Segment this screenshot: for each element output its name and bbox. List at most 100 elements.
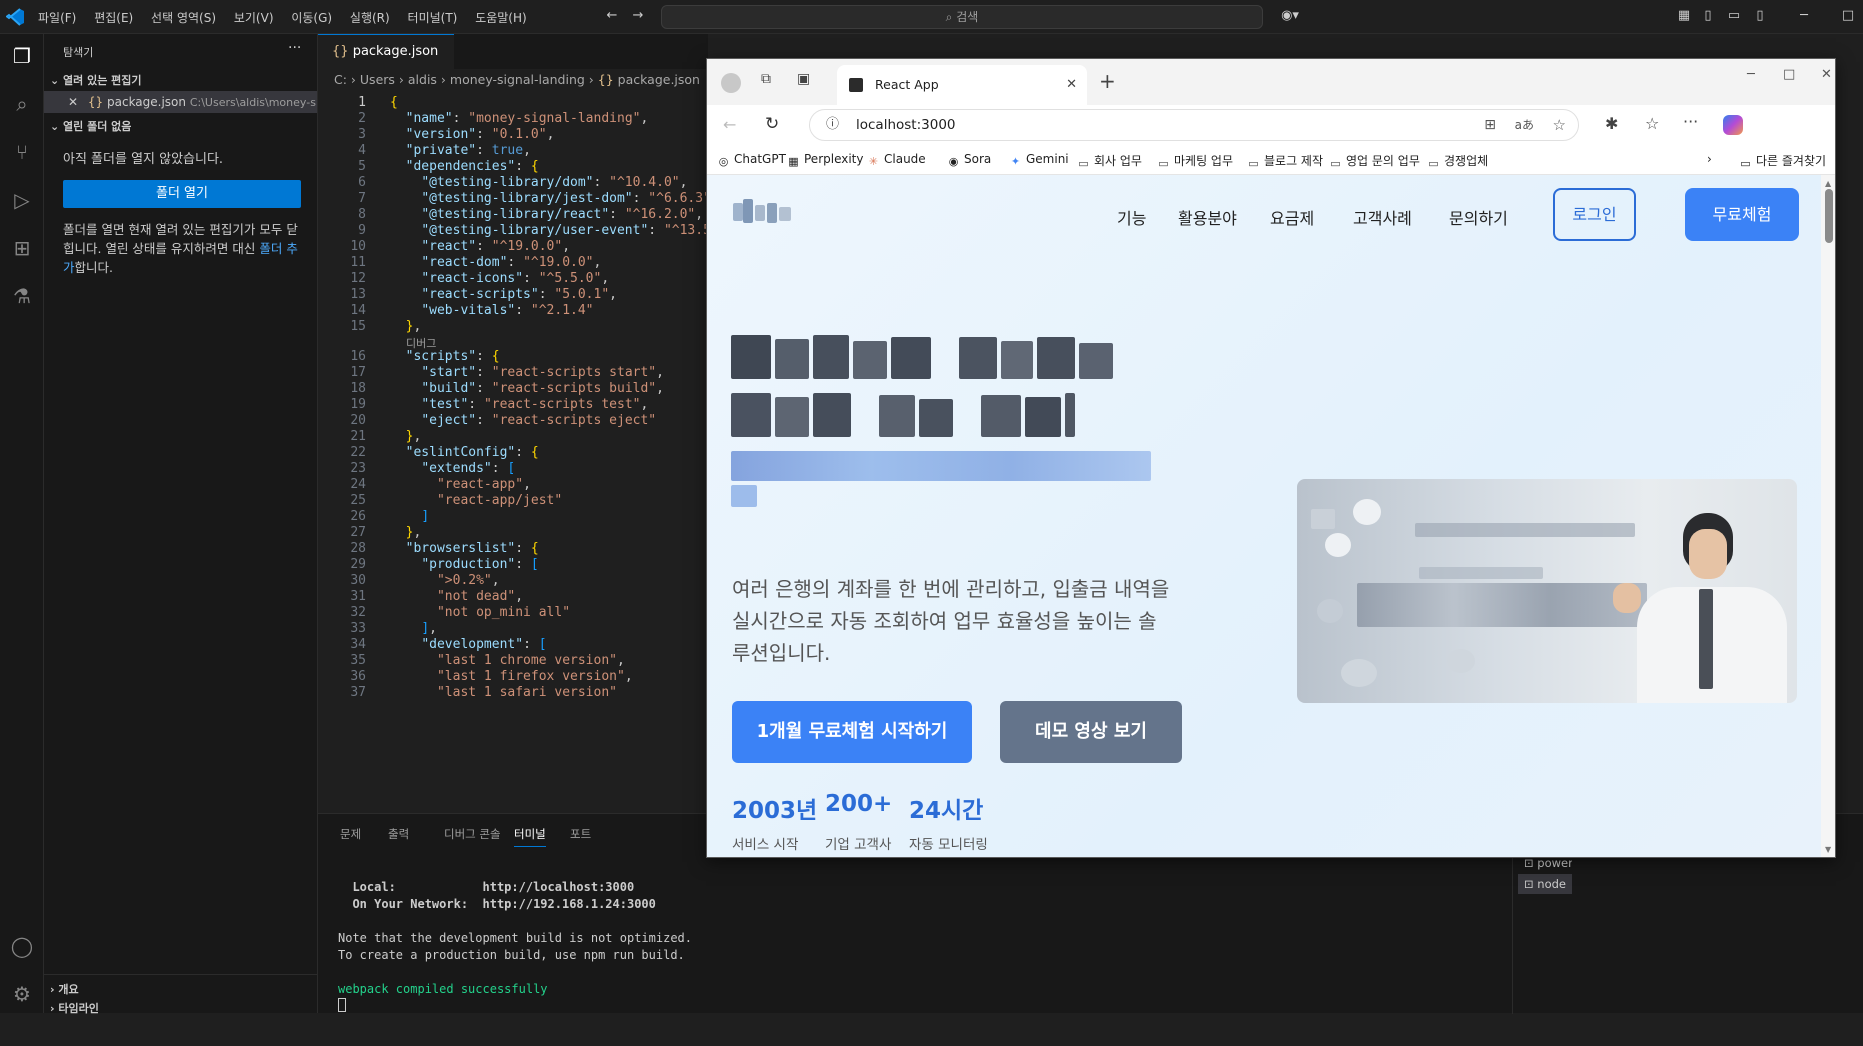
app-available-icon[interactable]: ⊞ — [1484, 110, 1496, 140]
terminal-list-item-power[interactable]: ⊡ power — [1524, 856, 1572, 874]
terminal-output[interactable]: Local: http://localhost:3000 On Your Net… — [338, 862, 692, 1046]
testing-icon[interactable]: ⚗ — [8, 282, 36, 310]
nav-contact[interactable]: 문의하기 — [1449, 205, 1508, 229]
layout-icon[interactable]: ▦ — [1676, 8, 1692, 24]
open-editors-header[interactable]: ⌄ 열려 있는 편집기 — [50, 72, 142, 88]
source-control-icon[interactable]: ⑂ — [8, 138, 36, 166]
breadcrumb-item[interactable]: Users — [360, 72, 395, 87]
code-editor[interactable]: 1 {2 "name": "money-signal-landing", 3 "ve… — [318, 91, 708, 813]
extensions-icon[interactable]: ⊞ — [8, 234, 36, 262]
bookmark-item[interactable]: ◉ Sora — [947, 152, 992, 168]
panel-tab-output[interactable]: 출력 — [388, 826, 409, 842]
run-debug-icon[interactable]: ▷ — [8, 186, 36, 214]
bookmarks-overflow-icon[interactable]: › — [1707, 152, 1712, 166]
menu-run[interactable]: 실행(R) — [350, 11, 390, 25]
nav-customers[interactable]: 고객사례 — [1353, 205, 1412, 229]
scroll-down-icon[interactable]: ▼ — [1825, 845, 1831, 854]
settings-more-icon[interactable]: ··· — [1683, 112, 1698, 131]
bookmark-item[interactable]: ✳ Claude — [867, 152, 926, 168]
demo-video-button[interactable]: 데모 영상 보기 — [1000, 701, 1182, 763]
search-icon[interactable]: ⌕ — [8, 90, 36, 118]
workspaces-icon[interactable]: ⧉ — [761, 71, 771, 87]
scroll-up-icon[interactable]: ▲ — [1825, 179, 1831, 188]
bookmark-item[interactable]: ▭ 경쟁업체 — [1427, 152, 1488, 170]
read-aloud-icon[interactable]: aあ — [1515, 110, 1534, 140]
code-line: "@testing-library/user-event": "^13.5.0"… — [421, 223, 708, 238]
toggle-sidebar-icon[interactable]: ▯ — [1700, 8, 1716, 24]
command-search[interactable]: ⌕ 검색 — [661, 5, 1263, 29]
breadcrumb-item[interactable]: aldis — [408, 72, 437, 87]
window-close-icon[interactable]: ✕ — [1821, 67, 1832, 82]
breadcrumb-item[interactable]: package.json — [618, 72, 700, 87]
bookmark-label: 마케팅 업무 — [1174, 154, 1234, 168]
explorer-sidebar: 탐색기 ··· ⌄ 열려 있는 편집기 ✕ {} package.json C:… — [44, 34, 318, 1016]
refresh-icon[interactable]: ↻ — [765, 114, 779, 134]
panel-tab-problems[interactable]: 문제 — [340, 826, 361, 842]
close-icon[interactable]: ✕ — [68, 95, 78, 109]
scrollbar-thumb[interactable] — [1825, 189, 1833, 243]
timeline-header[interactable]: › 타임라인 — [50, 1000, 99, 1016]
bookmark-item[interactable]: ▭ 회사 업무 — [1077, 152, 1142, 170]
tab-package-json[interactable]: {} package.json ✕ — [318, 34, 454, 92]
copilot-icon[interactable] — [1723, 115, 1743, 135]
browser-back-icon[interactable]: ← — [723, 115, 736, 134]
open-editor-item[interactable]: ✕ {} package.json C:\Users\aldis\money-s… — [44, 91, 317, 113]
favorites-icon[interactable]: ☆ — [1645, 114, 1659, 133]
menu-help[interactable]: 도움말(H) — [475, 11, 527, 25]
bookmark-item[interactable]: ✦ Gemini — [1009, 152, 1069, 168]
breadcrumb-item[interactable]: C: — [334, 72, 347, 87]
copilot-icon[interactable]: ◉▾ — [1276, 8, 1304, 24]
address-bar[interactable]: ⓘ localhost:3000 ⊞ aあ ☆ — [809, 109, 1579, 141]
bookmark-item[interactable]: ▭ 영업 문의 업무 — [1329, 152, 1420, 170]
nav-pricing[interactable]: 요금제 — [1270, 205, 1314, 229]
start-free-trial-button[interactable]: 1개월 무료체험 시작하기 — [732, 701, 972, 763]
menu-view[interactable]: 보기(V) — [234, 11, 274, 25]
back-arrow-icon[interactable]: ← — [604, 8, 620, 24]
nav-use-cases[interactable]: 활용분야 — [1178, 205, 1237, 229]
settings-gear-icon[interactable]: ⚙ — [8, 980, 36, 1008]
toggle-panel-icon[interactable]: ▭ — [1726, 8, 1742, 24]
browser-tab-close-icon[interactable]: ✕ — [1066, 65, 1077, 105]
explorer-icon[interactable]: ❐ — [8, 42, 36, 70]
new-tab-icon[interactable]: + — [1099, 69, 1116, 93]
panel-tab-debug-console[interactable]: 디버그 콘솔 — [444, 826, 501, 842]
browser-tab-react-app[interactable]: React App ✕ — [837, 65, 1087, 105]
toggle-secondary-sidebar-icon[interactable]: ▯ — [1752, 8, 1768, 24]
window-minimize-icon[interactable]: ─ — [1747, 67, 1755, 82]
outline-header[interactable]: › 개요 — [50, 981, 79, 997]
profile-avatar[interactable] — [721, 73, 741, 93]
bookmark-item[interactable]: ▭ 블로그 제작 — [1247, 152, 1323, 170]
favorite-star-icon[interactable]: ☆ — [1553, 110, 1566, 140]
minimize-icon[interactable]: ─ — [1796, 8, 1812, 24]
menu-terminal[interactable]: 터미널(T) — [408, 11, 458, 25]
terminal-list-item-node[interactable]: ⊡ node — [1518, 874, 1572, 894]
accounts-icon[interactable]: ◯ — [8, 932, 36, 960]
site-logo[interactable] — [729, 193, 797, 229]
open-folder-button[interactable]: 폴더 열기 — [63, 180, 301, 208]
menu-selection[interactable]: 선택 영역(S) — [151, 11, 216, 25]
bookmark-item[interactable]: ▭ 마케팅 업무 — [1157, 152, 1233, 170]
other-bookmarks[interactable]: ▭ 다른 즐겨찾기 — [1739, 152, 1826, 170]
page-scrollbar[interactable]: ▲ ▼ — [1821, 175, 1835, 857]
extensions-puzzle-icon[interactable]: ✱ — [1605, 114, 1618, 133]
breadcrumb-item[interactable]: money-signal-landing — [450, 72, 585, 87]
panel-tab-ports[interactable]: 포트 — [570, 826, 591, 842]
login-button[interactable]: 로그인 — [1553, 188, 1636, 241]
menu-edit[interactable]: 편집(E) — [94, 11, 133, 25]
nav-features[interactable]: 기능 — [1117, 205, 1146, 229]
menu-file[interactable]: 파일(F) — [38, 11, 76, 25]
panel-tab-terminal[interactable]: 터미널 — [514, 826, 546, 847]
maximize-icon[interactable]: □ — [1840, 8, 1856, 24]
site-info-icon[interactable]: ⓘ — [826, 110, 839, 140]
window-maximize-icon[interactable]: □ — [1783, 67, 1795, 82]
bookmark-item[interactable]: ◎ ChatGPT — [717, 152, 786, 168]
menu-go[interactable]: 이동(G) — [291, 11, 332, 25]
bookmark-item[interactable]: ▦ Perplexity — [787, 152, 863, 168]
no-folder-header[interactable]: ⌄ 열린 폴더 없음 — [50, 118, 131, 134]
free-trial-button[interactable]: 무료체험 — [1685, 188, 1799, 241]
bookmarks-bar: ◎ ChatGPT ▦ Perplexity ✳ Claude ◉ Sora ✦ Gemini ▭ 회… — [707, 145, 1835, 175]
forward-arrow-icon[interactable]: → — [630, 8, 646, 24]
more-actions-icon[interactable]: ··· — [288, 40, 301, 56]
tab-actions-icon[interactable]: ▣ — [797, 71, 810, 87]
code-line: "eject": "react-scripts eject" — [421, 413, 657, 428]
